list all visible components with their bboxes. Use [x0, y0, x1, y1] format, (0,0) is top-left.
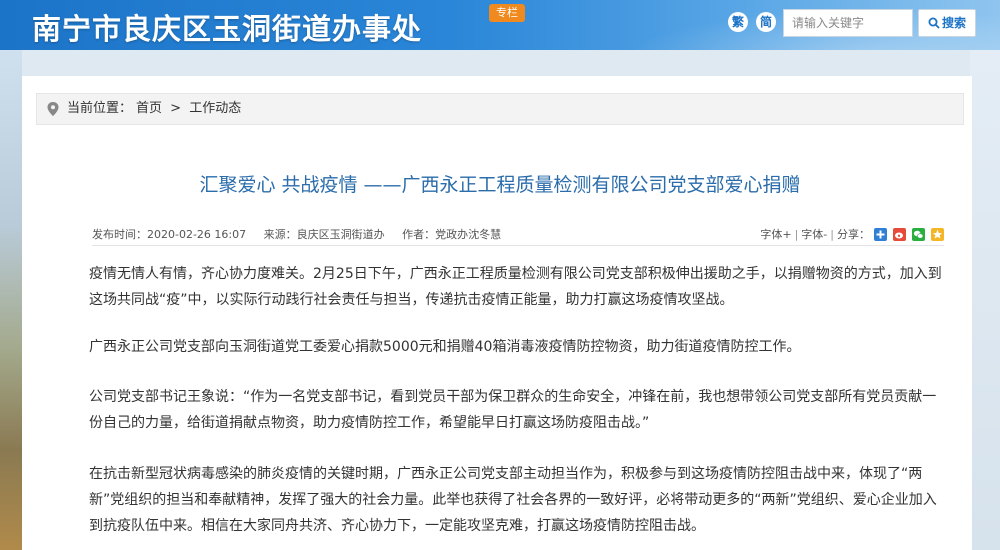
site-title[interactable]: 南宁市良庆区玉洞街道办事处 [32, 6, 422, 48]
search-button[interactable]: 搜索 [918, 9, 976, 37]
share-label: 分享： [837, 228, 870, 241]
breadcrumb-prefix: 当前位置： [67, 101, 133, 116]
publish-time: 发布时间：2020-02-26 16:07 [92, 228, 247, 241]
right-background-decoration [970, 50, 1000, 550]
breadcrumb: 当前位置： 首页 > 工作动态 [36, 93, 964, 125]
article-tools: 字体+ | 字体- | 分享： [760, 226, 944, 242]
article-author: 作者：党政办沈冬慧 [402, 228, 502, 241]
special-column-tag[interactable]: 专栏 [489, 4, 525, 22]
article-paragraph: 在抗击新型冠状病毒感染的肺炎疫情的关键时期，广西永正公司党支部主动担当作为，积极… [89, 466, 937, 534]
share-plus-icon[interactable] [874, 228, 887, 241]
left-background-decoration [0, 50, 22, 550]
breadcrumb-separator: > [170, 101, 182, 116]
breadcrumb-current[interactable]: 工作动态 [189, 101, 241, 116]
article-source: 来源：良庆区玉洞街道办 [263, 228, 385, 241]
article-paragraph: 公司党支部书记王象说：“作为一名党支部书记，看到党员干部为保卫群众的生命安全，冲… [89, 389, 937, 431]
breadcrumb-home[interactable]: 首页 [136, 101, 162, 116]
simplified-chinese-button[interactable]: 简 [756, 12, 776, 32]
article-paragraph: 广西永正公司党支部向玉洞街道党工委爱心捐款5000元和捐赠40箱消毒液疫情防控物… [89, 339, 801, 355]
tools-separator: | [794, 228, 799, 241]
weibo-share-icon[interactable] [893, 228, 906, 241]
font-size-increase[interactable]: 字体+ [760, 228, 791, 241]
qzone-share-icon[interactable] [931, 228, 944, 241]
wechat-share-icon[interactable] [912, 228, 925, 241]
article-paragraph: 疫情无情人有情，齐心协力度难关。2月25日下午，广西永正工程质量检测有限公司党支… [89, 266, 942, 308]
article-meta: 发布时间：2020-02-26 16:07 来源：良庆区玉洞街道办 作者：党政办… [92, 226, 944, 246]
location-pin-icon [47, 102, 59, 116]
search-icon [928, 17, 940, 29]
search-input[interactable] [783, 9, 913, 37]
search-button-label: 搜索 [941, 16, 966, 30]
tools-separator: | [830, 228, 834, 241]
font-size-decrease[interactable]: 字体- [801, 228, 827, 241]
article-title: 汇聚爱心 共战疫情 ——广西永正工程质量检测有限公司党支部爱心捐赠 [199, 174, 801, 196]
traditional-chinese-button[interactable]: 繁 [728, 12, 748, 32]
